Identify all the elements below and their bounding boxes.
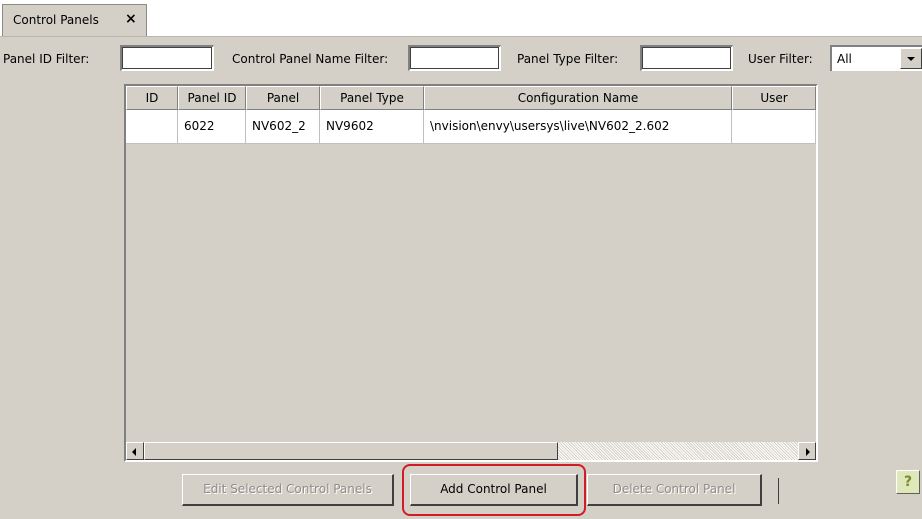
column-header-panel[interactable]: Panel [246, 86, 320, 110]
table-cell-configuration-name[interactable]: \nvision\envy\usersys\live\NV602_2.602 [424, 110, 732, 144]
table-cell-panel-type[interactable]: NV9602 [320, 110, 424, 144]
table-cell-panel[interactable]: NV602_2 [246, 110, 320, 144]
table-cell-id[interactable] [126, 110, 178, 144]
tab-strip: Control Panels × [0, 0, 922, 37]
panel-id-filter-input[interactable] [120, 45, 214, 71]
arrow-left-icon [132, 448, 136, 456]
delete-control-panel-button[interactable]: Delete Control Panel [587, 474, 762, 506]
scrollbar-track[interactable] [558, 442, 798, 460]
arrow-right-icon [806, 448, 810, 456]
column-header-panel-id[interactable]: Panel ID [178, 86, 246, 110]
panel-name-filter-input[interactable] [408, 45, 501, 71]
tab-label: Control Panels [13, 13, 99, 27]
column-header-id[interactable]: ID [126, 86, 178, 110]
user-filter-value: All [837, 52, 852, 66]
add-control-panel-button[interactable]: Add Control Panel [410, 474, 578, 506]
panel-type-filter-input[interactable] [640, 45, 733, 71]
control-panels-table: ID Panel ID Panel Panel Type Configurati… [124, 84, 818, 462]
panel-name-filter-label: Control Panel Name Filter: [232, 52, 389, 66]
horizontal-scrollbar[interactable] [126, 442, 816, 460]
column-header-configuration-name[interactable]: Configuration Name [424, 86, 732, 110]
table-cell-user[interactable] [732, 110, 816, 144]
user-filter-select[interactable]: All [830, 45, 922, 71]
user-filter-label: User Filter: [748, 52, 813, 66]
panel-type-filter-label: Panel Type Filter: [517, 52, 619, 66]
close-icon[interactable]: × [125, 11, 137, 27]
chevron-down-icon [907, 57, 915, 61]
panel-id-filter-label: Panel ID Filter: [3, 52, 90, 66]
column-header-panel-type[interactable]: Panel Type [320, 86, 424, 110]
dropdown-button[interactable] [900, 48, 922, 69]
scroll-left-button[interactable] [126, 442, 144, 460]
tab-control-panels[interactable]: Control Panels × [2, 4, 147, 36]
scrollbar-thumb[interactable] [144, 442, 558, 460]
separator [778, 478, 779, 504]
column-header-user[interactable]: User [732, 86, 816, 110]
scroll-right-button[interactable] [798, 442, 816, 460]
table-cell-panel-id[interactable]: 6022 [178, 110, 246, 144]
edit-selected-control-panels-button[interactable]: Edit Selected Control Panels [182, 474, 394, 506]
help-icon[interactable]: ? [896, 470, 920, 494]
